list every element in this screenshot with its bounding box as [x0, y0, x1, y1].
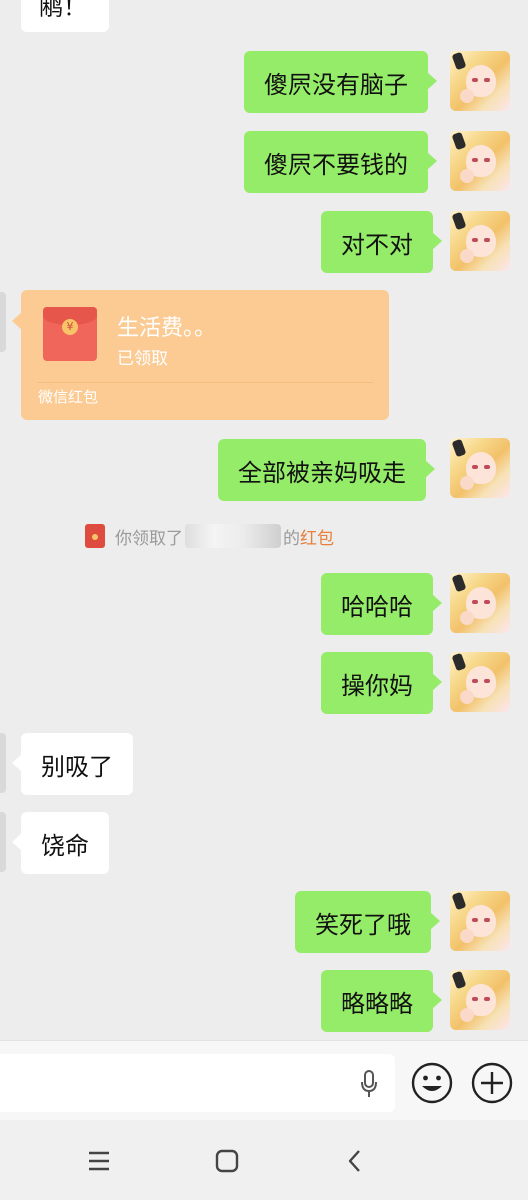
red-packet-icon: ¥	[43, 307, 97, 361]
system-message: 你领取了 的 红包	[85, 522, 334, 550]
message-bubble-outgoing[interactable]: 傻屄不要钱的	[244, 131, 437, 193]
divider	[37, 382, 373, 383]
message-bubble-outgoing[interactable]: 笑死了哦	[295, 891, 440, 953]
message-text: 笑死了哦	[315, 910, 411, 939]
message-text: 鹇！	[39, 0, 87, 21]
redacted-name	[185, 524, 281, 548]
plus-icon[interactable]	[471, 1062, 513, 1104]
message-bubble-partial[interactable]: 鹇！	[21, 0, 109, 32]
back-icon[interactable]	[342, 1148, 368, 1174]
message-text: 对不对	[341, 230, 413, 259]
contact-avatar[interactable]	[0, 733, 6, 793]
my-avatar[interactable]	[450, 652, 510, 712]
system-navigation-bar	[0, 1120, 528, 1200]
contact-avatar[interactable]	[0, 292, 6, 352]
message-text: 傻屄没有脑子	[264, 70, 408, 99]
contact-avatar[interactable]	[0, 812, 6, 872]
red-packet-status: 已领取	[117, 349, 168, 369]
input-bar	[0, 1040, 528, 1120]
home-icon[interactable]	[214, 1148, 240, 1174]
message-text: 别吸了	[41, 752, 113, 781]
red-packet-footer: 微信红包	[38, 388, 99, 406]
emoji-icon[interactable]	[411, 1062, 453, 1104]
red-packet-title: 生活费。。	[117, 316, 217, 341]
my-avatar[interactable]	[450, 211, 510, 271]
message-text: 全部被亲妈吸走	[238, 458, 406, 487]
message-bubble-outgoing[interactable]: 略略略	[321, 970, 442, 1032]
my-avatar[interactable]	[450, 131, 510, 191]
red-packet-message[interactable]: ¥ 生活费。。 已领取 微信红包	[12, 290, 389, 420]
chat-area[interactable]: 鹇！ 傻屄没有脑子 傻屄不要钱的 对不对 ¥ 生活费。。 已领取 微信红包 全部…	[0, 0, 528, 1040]
my-avatar[interactable]	[450, 438, 510, 498]
message-input[interactable]	[0, 1054, 395, 1112]
message-bubble-outgoing[interactable]: 对不对	[321, 211, 442, 273]
message-bubble-outgoing[interactable]: 哈哈哈	[321, 573, 442, 635]
red-packet-link[interactable]: 红包	[300, 524, 334, 549]
my-avatar[interactable]	[450, 970, 510, 1030]
system-message-suffix: 的	[283, 528, 300, 549]
red-packet-small-icon	[85, 524, 105, 548]
message-text: 哈哈哈	[341, 592, 413, 621]
message-bubble-incoming[interactable]: 饶命	[12, 812, 109, 874]
message-text: 傻屄不要钱的	[264, 150, 408, 179]
my-avatar[interactable]	[450, 51, 510, 111]
message-text: 略略略	[341, 989, 413, 1018]
message-text: 操你妈	[341, 671, 413, 700]
message-bubble-outgoing[interactable]: 傻屄没有脑子	[244, 51, 437, 113]
message-bubble-outgoing[interactable]: 全部被亲妈吸走	[218, 439, 435, 501]
my-avatar[interactable]	[450, 891, 510, 951]
my-avatar[interactable]	[450, 573, 510, 633]
system-message-prefix: 你领取了	[115, 528, 183, 549]
message-bubble-incoming[interactable]: 别吸了	[12, 733, 133, 795]
microphone-icon[interactable]	[360, 1070, 378, 1098]
message-text: 饶命	[41, 831, 89, 860]
message-bubble-outgoing[interactable]: 操你妈	[321, 652, 442, 714]
menu-icon[interactable]	[86, 1148, 112, 1174]
